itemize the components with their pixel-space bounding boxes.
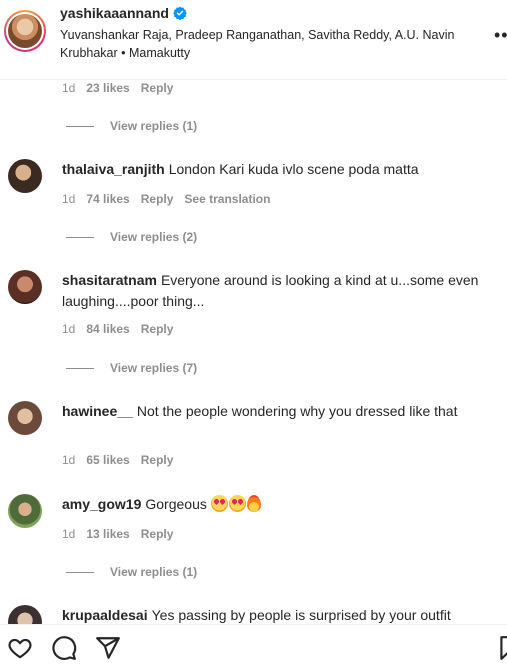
comment-text: Not the people wondering why you dressed… (136, 403, 458, 419)
comment-likes[interactable]: 23 likes (86, 81, 129, 95)
see-translation-button[interactable]: See translation (184, 192, 270, 206)
replies-divider-line (66, 236, 94, 238)
replies-divider-line (66, 571, 94, 573)
comment-time: 1d (62, 322, 76, 336)
save-bookmark-icon[interactable] (496, 635, 507, 661)
comment-meta: 1d 13 likes Reply (62, 527, 173, 541)
commenter-avatar[interactable] (8, 494, 42, 528)
like-heart-icon[interactable] (7, 635, 33, 661)
post-header: yashikaaannand Yuvanshankar Raja, Pradee… (0, 0, 507, 80)
more-options-icon[interactable]: •• (494, 26, 507, 44)
comment-time: 1d (62, 81, 76, 95)
comment-body: amy_gow19 Gorgeous (62, 494, 482, 515)
view-replies-label: View replies (1) (110, 119, 198, 133)
comment-body: thalaiva_ranjith London Kari kuda ivlo sc… (62, 159, 482, 180)
commenter-username[interactable]: krupaaldesai (62, 607, 148, 623)
comment-text: Yes passing by people is surprised by yo… (151, 607, 451, 623)
post-action-bar (0, 624, 507, 666)
profile-avatar[interactable] (4, 10, 46, 52)
commenter-username[interactable]: thalaiva_ranjith (62, 161, 165, 177)
replies-divider-line (66, 367, 94, 369)
commenter-username[interactable]: hawinee__ (62, 403, 133, 419)
comments-list[interactable]: 1d 23 likes Reply View replies (1) thala… (0, 80, 507, 624)
commenter-avatar[interactable] (8, 401, 42, 435)
reply-button[interactable]: Reply (141, 81, 174, 95)
commenter-username[interactable]: shasitaratnam (62, 272, 157, 288)
commenter-username[interactable]: amy_gow19 (62, 496, 141, 512)
comment-meta: 1d 74 likes Reply See translation (62, 192, 270, 206)
tagged-people[interactable]: Yuvanshankar Raja, Pradeep Ranganathan, … (60, 26, 480, 62)
view-replies-button[interactable]: View replies (1) (66, 119, 197, 133)
comment-likes[interactable]: 84 likes (86, 322, 129, 336)
comment-body: krupaaldesai Yes passing by people is sur… (62, 605, 482, 624)
view-replies-label: View replies (2) (110, 230, 198, 244)
view-replies-button[interactable]: View replies (7) (66, 361, 197, 375)
verified-badge-icon (173, 6, 187, 20)
comment-time: 1d (62, 527, 76, 541)
comment-likes[interactable]: 13 likes (86, 527, 129, 541)
comment-text: London Kari kuda ivlo scene poda matta (168, 161, 419, 177)
comment-text: Gorgeous (145, 496, 207, 512)
heart-eyes-emoji-icon (210, 495, 228, 512)
post-username[interactable]: yashikaaannand (60, 5, 169, 21)
comment-meta: 1d 65 likes Reply (62, 453, 173, 467)
comment-likes[interactable]: 65 likes (86, 453, 129, 467)
view-replies-label: View replies (7) (110, 361, 198, 375)
comment-likes[interactable]: 74 likes (86, 192, 129, 206)
comment-meta: 1d 84 likes Reply (62, 322, 173, 336)
view-replies-button[interactable]: View replies (2) (66, 230, 197, 244)
reply-button[interactable]: Reply (141, 527, 174, 541)
commenter-avatar[interactable] (8, 605, 42, 624)
view-replies-button[interactable]: View replies (1) (66, 565, 197, 579)
reply-button[interactable]: Reply (141, 453, 174, 467)
commenter-avatar[interactable] (8, 159, 42, 193)
heart-eyes-emoji-icon (228, 495, 246, 512)
share-paper-plane-icon[interactable] (95, 635, 121, 661)
comment-meta: 1d 23 likes Reply (62, 81, 173, 95)
replies-divider-line (66, 125, 94, 127)
commenter-avatar[interactable] (8, 270, 42, 304)
reply-button[interactable]: Reply (141, 192, 174, 206)
comment-bubble-icon[interactable] (51, 635, 77, 661)
post-username-row: yashikaaannand (60, 5, 187, 21)
view-replies-label: View replies (1) (110, 565, 198, 579)
comment-time: 1d (62, 192, 76, 206)
reply-button[interactable]: Reply (141, 322, 174, 336)
comment-body: shasitaratnam Everyone around is looking … (62, 270, 482, 312)
fire-emoji-icon (246, 495, 261, 512)
comment-time: 1d (62, 453, 76, 467)
comment-body: hawinee__ Not the people wondering why yo… (62, 401, 482, 422)
